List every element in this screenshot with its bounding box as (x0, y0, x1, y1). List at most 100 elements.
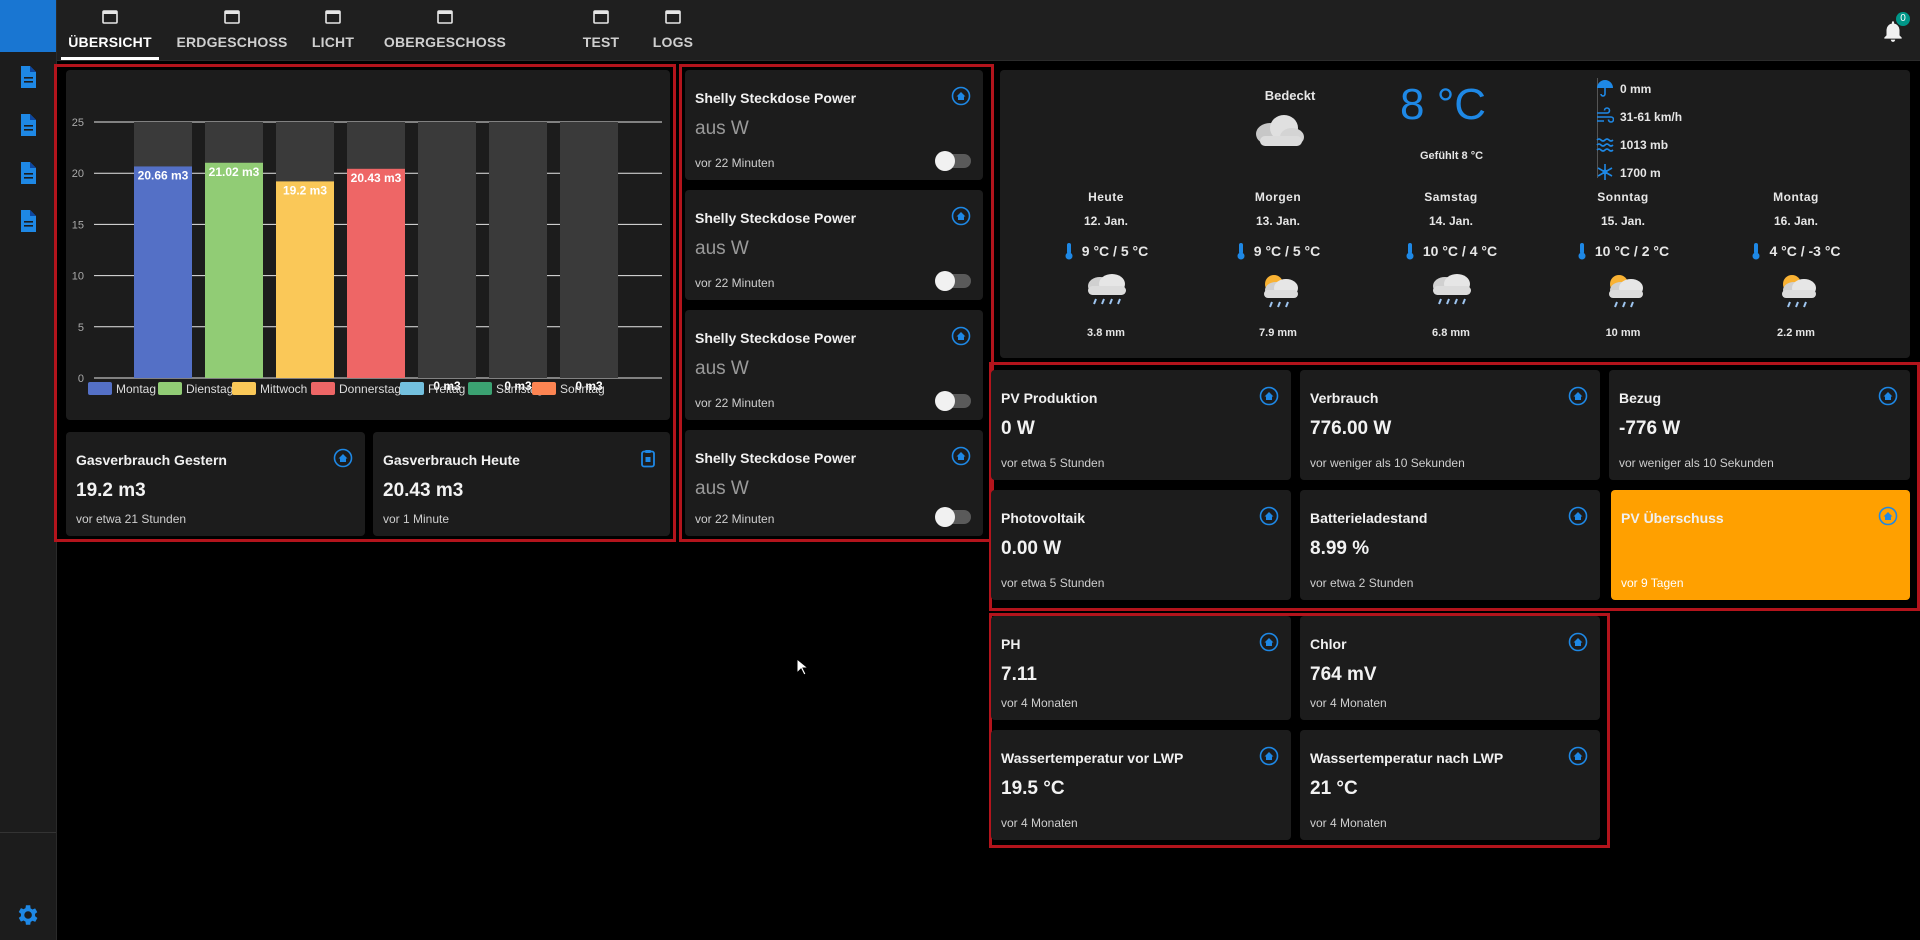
tab-icon (224, 10, 240, 24)
thermometer-icon (1752, 243, 1760, 260)
document-icon[interactable] (16, 64, 40, 90)
home-icon (951, 446, 971, 466)
card-title: Wassertemperatur vor LWP (1001, 750, 1184, 766)
settings-gear-icon[interactable] (14, 902, 40, 928)
sidebar-divider (0, 832, 56, 833)
card-timestamp: vor 4 Monaten (1310, 696, 1387, 710)
document-icon[interactable] (16, 112, 40, 138)
card-title: Bezug (1619, 390, 1661, 406)
notification-badge: 0 (1896, 12, 1910, 26)
shelly-power-card[interactable]: Shelly Steckdose Power aus W vor 22 Minu… (685, 310, 983, 420)
card-value: 0 W (1001, 418, 1035, 439)
home-icon (1878, 386, 1898, 406)
mouse-cursor-icon (796, 658, 808, 676)
tab-uebersicht[interactable]: ÜBERSICHT (61, 0, 159, 60)
chart-bar-background (418, 122, 476, 378)
forecast-precipitation: 6.8 mm (1432, 327, 1470, 339)
card-timestamp: vor weniger als 10 Sekunden (1310, 456, 1465, 470)
card-value: aus W (695, 478, 749, 499)
home-icon (951, 326, 971, 346)
card-value: 21 °C (1310, 778, 1358, 799)
forecast-precipitation: 2.2 mm (1777, 327, 1815, 339)
top-navigation: ÜBERSICHT ERDGESCHOSS LICHT OBERGESCHOSS… (57, 0, 1920, 61)
chart-legend-swatch (468, 382, 492, 395)
card-timestamp: vor etwa 5 Stunden (1001, 456, 1105, 470)
tab-label: ÜBERSICHT (68, 34, 152, 50)
chart-legend-swatch (158, 382, 182, 395)
home-icon (1259, 746, 1279, 766)
card-timestamp: vor 4 Monaten (1001, 696, 1078, 710)
chart-legend-swatch (311, 382, 335, 395)
photovoltaics-card[interactable]: Photovoltaik 0.00 W vor etwa 5 Stunden (991, 490, 1291, 600)
card-title: PV Überschuss (1621, 510, 1724, 526)
card-timestamp: vor 22 Minuten (695, 512, 775, 526)
power-toggle[interactable] (935, 271, 971, 291)
forecast-day: Samstag 14. Jan. 10 °C / 4 °C 6.8 mm (1391, 190, 1511, 339)
forecast-date: 13. Jan. (1255, 214, 1301, 228)
forecast-temperature-range: 10 °C / 4 °C (1391, 242, 1511, 260)
chart-legend-label: Montag (116, 382, 156, 396)
home-icon (1568, 506, 1588, 526)
tab-erdgeschoss[interactable]: ERDGESCHOSS (173, 0, 291, 60)
card-timestamp: vor 4 Monaten (1310, 816, 1387, 830)
chart-bar-background (489, 122, 547, 378)
pv-surplus-card[interactable]: PV Überschuss vor 9 Tagen (1611, 490, 1910, 600)
card-timestamp: vor 22 Minuten (695, 276, 775, 290)
tab-logs[interactable]: LOGS (641, 0, 705, 60)
card-title: Batterieladestand (1310, 510, 1428, 526)
clipboard-icon (641, 450, 655, 468)
weather-forecast-card[interactable]: Bedeckt 8 °C Gefühlt 8 °C 0 mm 31-61 km/… (1000, 70, 1910, 358)
tab-label: LOGS (652, 34, 694, 50)
sun-rain-icon (1609, 275, 1643, 308)
consumption-card[interactable]: Verbrauch 776.00 W vor weniger als 10 Se… (1300, 370, 1600, 480)
chart-y-tick-label: 0 (78, 373, 84, 385)
forecast-day: Heute 12. Jan. 9 °C / 5 °C 3.8 mm (1046, 190, 1166, 339)
tab-label: OBERGESCHOSS (383, 34, 507, 50)
tab-licht[interactable]: LICHT (306, 0, 360, 60)
snowflake-icon (1597, 164, 1613, 180)
water-temp-after-card[interactable]: Wassertemperatur nach LWP 21 °C vor 4 Mo… (1300, 730, 1600, 840)
shelly-power-card[interactable]: Shelly Steckdose Power aus W vor 22 Minu… (685, 70, 983, 180)
tab-label: LICHT (311, 34, 355, 50)
sidebar-header (0, 0, 56, 52)
tab-obergeschoss[interactable]: OBERGESCHOSS (374, 0, 516, 60)
thermometer-icon (1578, 243, 1586, 260)
battery-level-card[interactable]: Batterieladestand 8.99 % vor etwa 2 Stun… (1300, 490, 1600, 600)
shelly-power-card[interactable]: Shelly Steckdose Power aus W vor 22 Minu… (685, 430, 983, 536)
power-toggle[interactable] (935, 507, 971, 527)
chart-data-label: 20.66 m3 (138, 168, 189, 182)
chart-y-tick-label: 5 (78, 322, 84, 334)
feels-like: Gefühlt 8 °C (1420, 150, 1484, 162)
forecast-temperature-text: 10 °C / 4 °C (1422, 243, 1498, 259)
chart-legend-label: Sonntag (560, 382, 605, 396)
gas-today-card[interactable]: Gasverbrauch Heute 20.43 m3 vor 1 Minute (373, 432, 670, 536)
chart-y-tick-label: 25 (72, 117, 84, 129)
ph-card[interactable]: PH 7.11 vor 4 Monaten (991, 616, 1291, 720)
rain-icon (1433, 274, 1471, 305)
power-toggle[interactable] (935, 391, 971, 411)
shelly-power-card[interactable]: Shelly Steckdose Power aus W vor 22 Minu… (685, 190, 983, 300)
water-temp-before-card[interactable]: Wassertemperatur vor LWP 19.5 °C vor 4 M… (991, 730, 1291, 840)
document-icon[interactable] (16, 208, 40, 234)
forecast-temperature-range: 10 °C / 2 °C (1563, 242, 1683, 260)
card-value: aus W (695, 238, 749, 259)
card-timestamp: vor etwa 21 Stunden (76, 512, 187, 526)
forecast-date: 12. Jan. (1083, 214, 1129, 228)
forecast-temperature-text: 9 °C / 5 °C (1253, 243, 1321, 259)
chart-y-tick-label: 20 (72, 168, 84, 180)
tab-icon (665, 10, 681, 24)
forecast-date: 15. Jan. (1600, 214, 1646, 228)
forecast-temperature-range: 9 °C / 5 °C (1046, 242, 1166, 260)
chlorine-card[interactable]: Chlor 764 mV vor 4 Monaten (1300, 616, 1600, 720)
pv-production-card[interactable]: PV Produktion 0 W vor etwa 5 Stunden (991, 370, 1291, 480)
card-timestamp: vor weniger als 10 Sekunden (1619, 456, 1774, 470)
power-toggle[interactable] (935, 151, 971, 171)
card-value: -776 W (1619, 418, 1681, 439)
grid-import-card[interactable]: Bezug -776 W vor weniger als 10 Sekunden (1609, 370, 1910, 480)
forecast-temperature-range: 9 °C / 5 °C (1218, 242, 1338, 260)
tab-test[interactable]: TEST (572, 0, 630, 60)
card-value: aus W (695, 358, 749, 379)
forecast-day-name: Montag (1773, 190, 1819, 204)
gas-yesterday-card[interactable]: Gasverbrauch Gestern 19.2 m3 vor etwa 21… (66, 432, 365, 536)
document-icon[interactable] (16, 160, 40, 186)
